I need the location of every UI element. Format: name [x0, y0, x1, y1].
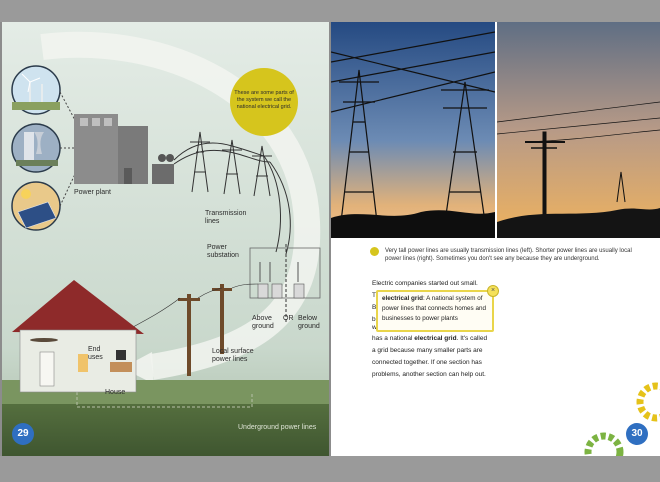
- body-line-6-post: . It's called: [456, 335, 488, 342]
- grid-diagram: [2, 22, 329, 456]
- body-line-6: has a national electrical grid. It's cal…: [372, 333, 532, 345]
- bubble-text: These are some parts of the system we ca…: [234, 90, 294, 110]
- gear-decoration-icon: [584, 382, 660, 456]
- label-end-uses: End uses: [88, 346, 103, 361]
- label-underground-lines: Underground power lines: [238, 424, 317, 431]
- left-page: These are some parts of the system we ca…: [2, 22, 329, 456]
- page-number-left: 29: [12, 423, 34, 445]
- photo-caption: Very tall power lines are usually transm…: [385, 248, 632, 262]
- label-above-ground: Above ground: [252, 315, 274, 330]
- photo-transmission-towers: [331, 22, 495, 238]
- label-or: OR: [283, 315, 294, 322]
- label-local-power-lines: Local surface power lines: [212, 348, 254, 363]
- body-line-8: connected together. If one section has: [372, 359, 482, 366]
- top-bar: [0, 0, 660, 22]
- nuclear-plant-icon: [11, 123, 61, 173]
- bottom-bar: [0, 456, 660, 482]
- wind-turbine-icon: [11, 65, 61, 115]
- label-house: House: [105, 389, 126, 396]
- tooltip-close-button[interactable]: ×: [487, 285, 499, 297]
- tooltip-term: electrical grid: [382, 295, 423, 302]
- label-power-plant: Power plant: [74, 189, 111, 196]
- body-term-link[interactable]: electrical grid: [414, 335, 456, 342]
- label-transmission-lines: Transmission lines: [205, 210, 247, 225]
- page-number-right: 30: [626, 423, 648, 445]
- body-line-6-pre: has a national: [372, 335, 415, 342]
- photo-local-power-lines: [497, 22, 660, 238]
- label-below-ground: Below ground: [298, 315, 320, 330]
- book-spread: These are some parts of the system we ca…: [0, 0, 660, 482]
- body-line-7: a grid because many smaller parts are: [372, 347, 483, 354]
- glossary-tooltip: electrical grid: A national system of po…: [376, 290, 494, 332]
- solar-panel-icon: [11, 181, 61, 231]
- body-line-1: Electric companies started out small.: [372, 280, 478, 287]
- caption-icon: [370, 247, 379, 256]
- label-power-substation: Power substation: [207, 244, 239, 259]
- body-line-9: problems, another section can help out.: [372, 371, 486, 378]
